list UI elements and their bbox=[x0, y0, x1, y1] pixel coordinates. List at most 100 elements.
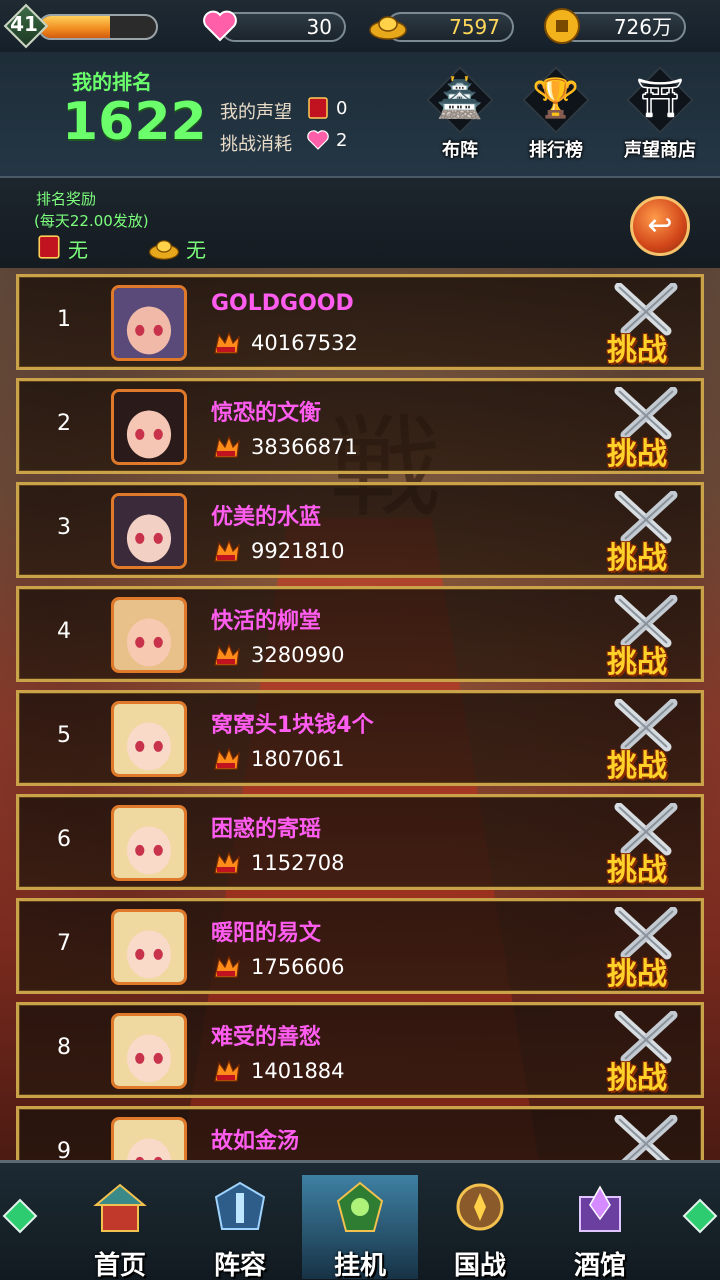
player-name: 惊恐的文衡 bbox=[211, 401, 322, 426]
table-row: 1 GOLDGOOD 40167532 挑战 bbox=[16, 274, 704, 370]
nav-idle[interactable]: 挂机 bbox=[302, 1175, 418, 1280]
heart-icon bbox=[307, 130, 329, 150]
challenge-cost-value: 2 bbox=[336, 130, 348, 151]
nav-tavern-label: 酒馆 bbox=[573, 1251, 626, 1280]
nav-lineup-label: 阵容 bbox=[213, 1251, 266, 1280]
nav-idle-label: 挂机 bbox=[333, 1251, 386, 1280]
home-icon bbox=[93, 1183, 147, 1232]
table-row: 2 惊恐的文衡 38366871 挑战 bbox=[16, 378, 704, 474]
tavern-icon bbox=[579, 1185, 621, 1232]
nav-war[interactable]: 国战 bbox=[422, 1175, 538, 1280]
power-icon bbox=[214, 331, 240, 354]
prestige-icon bbox=[308, 97, 328, 119]
rank-number: 2 bbox=[57, 411, 71, 436]
player-name: 优美的水蓝 bbox=[211, 505, 322, 530]
challenge-button[interactable]: 挑战 bbox=[607, 1053, 667, 1097]
rank-number: 8 bbox=[57, 1035, 71, 1060]
challenge-button[interactable]: 挑战 bbox=[607, 741, 667, 785]
player-name: 困惑的寄瑶 bbox=[211, 817, 322, 842]
ingot-value: 7597 bbox=[449, 15, 500, 39]
table-row: 8 难受的善愁 1401884 挑战 bbox=[16, 1002, 704, 1098]
war-icon bbox=[456, 1183, 504, 1231]
avatar[interactable] bbox=[111, 909, 187, 985]
rank-reward-schedule: (每天22.00发放) bbox=[34, 212, 149, 230]
leaderboard-button-label: 排行榜 bbox=[529, 140, 583, 161]
challenge-button[interactable]: 挑战 bbox=[607, 637, 667, 681]
trophy-icon: 🏆 bbox=[532, 76, 580, 120]
crossed-swords-icon[interactable] bbox=[611, 1115, 681, 1160]
combat-power: 9921810 bbox=[251, 539, 345, 563]
coin-value: 726万 bbox=[613, 15, 672, 39]
nav-home-label: 首页 bbox=[93, 1251, 146, 1280]
ranking-list[interactable]: 1 GOLDGOOD 40167532 挑战 2 惊恐的文衡 38366871 … bbox=[0, 268, 720, 1160]
table-row: 5 窝窝头1块钱4个 1807061 挑战 bbox=[16, 690, 704, 786]
challenge-button[interactable]: 挑战 bbox=[607, 325, 667, 369]
player-name: 快活的柳堂 bbox=[211, 609, 322, 634]
combat-power: 1401884 bbox=[251, 1059, 345, 1083]
challenge-button[interactable]: 挑战 bbox=[607, 533, 667, 577]
gold-ingot-icon bbox=[369, 16, 407, 40]
avatar[interactable] bbox=[111, 701, 187, 777]
heart-icon bbox=[203, 10, 237, 42]
challenge-button[interactable]: 挑战 bbox=[607, 429, 667, 473]
prestige-shop-button[interactable]: ⛩ 声望商店 bbox=[612, 66, 708, 161]
rank-number: 1 bbox=[57, 307, 71, 332]
avatar[interactable] bbox=[111, 389, 187, 465]
avatar[interactable] bbox=[111, 597, 187, 673]
prestige-icon bbox=[38, 235, 60, 259]
left-ornament-icon bbox=[2, 1198, 38, 1234]
prestige-label: 我的声望 bbox=[220, 102, 292, 123]
table-row: 9 故如金汤 挑战 bbox=[16, 1106, 704, 1160]
leaderboard-button[interactable]: 🏆 排行榜 bbox=[508, 66, 604, 161]
table-row: 7 暖阳的易文 1756606 挑战 bbox=[16, 898, 704, 994]
power-icon bbox=[214, 1059, 240, 1082]
power-icon bbox=[214, 643, 240, 666]
challenge-button[interactable]: 挑战 bbox=[607, 949, 667, 993]
formation-button[interactable]: 🏯 布阵 bbox=[412, 66, 508, 161]
power-icon bbox=[214, 747, 240, 770]
back-button[interactable]: ↩ bbox=[630, 196, 690, 256]
back-arrow-icon: ↩ bbox=[647, 208, 673, 243]
right-ornament-icon bbox=[682, 1198, 718, 1234]
coin-icon bbox=[544, 8, 580, 44]
power-icon bbox=[214, 539, 240, 562]
avatar[interactable] bbox=[111, 1117, 187, 1160]
rank-reward-panel: 排名奖励 (每天22.00发放) 无 无 bbox=[0, 178, 720, 268]
ingot-reward-value: 无 bbox=[186, 238, 206, 262]
player-name: GOLDGOOD bbox=[211, 291, 354, 316]
player-name: 暖阳的易文 bbox=[211, 921, 322, 946]
top-resource-bar: 41 30 7597 726万 bbox=[0, 0, 720, 52]
rank-number: 4 bbox=[57, 619, 71, 644]
combat-power: 1807061 bbox=[251, 747, 345, 771]
lineup-icon bbox=[214, 1181, 266, 1230]
level-value: 41 bbox=[10, 12, 38, 36]
formation-button-label: 布阵 bbox=[442, 140, 478, 161]
challenge-button[interactable]: 挑战 bbox=[607, 845, 667, 889]
power-icon bbox=[214, 955, 240, 978]
combat-power: 1756606 bbox=[251, 955, 345, 979]
nav-war-label: 国战 bbox=[453, 1251, 506, 1280]
power-icon bbox=[214, 851, 240, 874]
player-name: 难受的善愁 bbox=[211, 1025, 322, 1050]
rank-number: 5 bbox=[57, 723, 71, 748]
nav-lineup[interactable]: 阵容 bbox=[182, 1175, 298, 1280]
exp-bar bbox=[38, 14, 158, 40]
hearts-value: 30 bbox=[306, 15, 332, 39]
combat-power: 1152708 bbox=[251, 851, 345, 875]
avatar[interactable] bbox=[111, 493, 187, 569]
my-rank-value: 1622 bbox=[62, 92, 207, 152]
nav-tavern[interactable]: 酒馆 bbox=[542, 1175, 658, 1280]
prestige-reward-value: 无 bbox=[68, 238, 88, 262]
rank-number: 7 bbox=[57, 931, 71, 956]
combat-power: 3280990 bbox=[251, 643, 345, 667]
nav-home[interactable]: 首页 bbox=[62, 1175, 178, 1280]
player-name: 窝窝头1块钱4个 bbox=[211, 713, 374, 738]
table-row: 6 困惑的寄瑶 1152708 挑战 bbox=[16, 794, 704, 890]
power-icon bbox=[214, 435, 240, 458]
avatar[interactable] bbox=[111, 1013, 187, 1089]
combat-power: 40167532 bbox=[251, 331, 358, 355]
avatar[interactable] bbox=[111, 805, 187, 881]
shop-icon: ⛩ bbox=[635, 76, 685, 120]
avatar[interactable] bbox=[111, 285, 187, 361]
rank-number: 9 bbox=[57, 1139, 71, 1160]
